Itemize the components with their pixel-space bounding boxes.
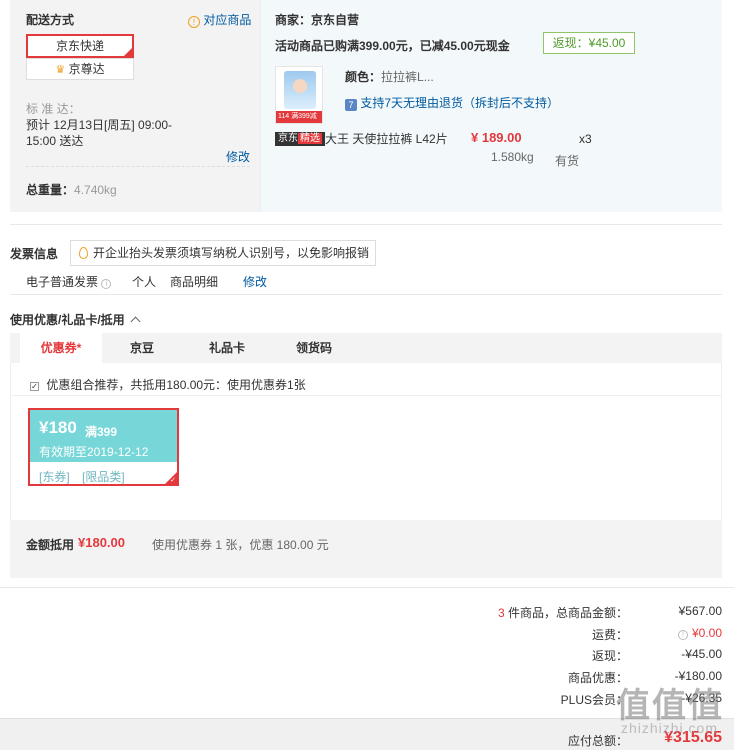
tab-coupons-label: 优惠券: [40, 341, 77, 355]
checkbox-checked-icon[interactable]: ✓: [30, 382, 39, 391]
total-weight-value: 4.740kg: [74, 183, 117, 197]
shipping-title: 配送方式: [26, 13, 75, 27]
chevron-up-icon: [130, 316, 141, 327]
selected-check-icon: ✓: [170, 477, 176, 484]
item-count-row: 3 件商品，总商品金额：: [498, 604, 628, 621]
express-option-button[interactable]: 京东快递: [26, 34, 134, 58]
deduct-bar: 金额抵用 ¥180.00 使用优惠券 1 张，优惠 180.00 元: [10, 520, 722, 578]
rebate-badge: 返现：¥45.00: [543, 32, 635, 54]
product-price: ¥ 189.00: [471, 130, 522, 145]
product-name[interactable]: 大王 天使拉拉裤 L42片: [325, 130, 448, 147]
tab-jd-beans[interactable]: 京豆: [110, 333, 174, 363]
product-qty: x3: [579, 132, 592, 146]
total-weight: 总重量：4.740kg: [26, 181, 117, 198]
coupon-amount: ¥180: [39, 418, 77, 437]
color-spec: 颜色：拉拉裤L...: [345, 68, 434, 85]
shipping-divider: [26, 166, 250, 167]
shipping-fee-value: ¥0.00: [691, 626, 722, 640]
match-items-link[interactable]: ! 对应商品: [188, 11, 251, 28]
deduct-value: ¥180.00: [78, 535, 125, 550]
recommend-row[interactable]: ✓ 优惠组合推荐，共抵用180.00元：使用优惠券1张: [30, 376, 306, 393]
coupon-tag-category: [限品类]: [82, 470, 125, 484]
jd-select-tag: 京东 精选: [275, 130, 325, 146]
zunda-option-label: 京尊达: [68, 62, 105, 76]
deduct-label: 金额抵用: [26, 538, 75, 552]
product-weight: 1.580kg: [491, 150, 534, 164]
coupon-section-title: 使用优惠/礼品卡/抵用: [10, 313, 125, 327]
coupon-tabs: 优惠券* 京豆 礼品卡 领货码: [10, 333, 722, 363]
color-value: 拉拉裤L...: [381, 70, 434, 84]
delivery-time-line1: 预计 12月13日[周五] 09:00-: [26, 118, 173, 132]
return-policy[interactable]: 7 支持7天无理由退货（拆封后不支持）: [345, 94, 559, 111]
crown-icon: ♛: [55, 64, 66, 76]
stock-status: 有货: [555, 154, 580, 168]
rebate-label: 返现：: [591, 649, 628, 663]
tab-coupons[interactable]: 优惠券*: [20, 333, 102, 363]
recommend-text: 优惠组合推荐，共抵用180.00元：使用优惠券1张: [46, 378, 306, 392]
coupon-expiry: 有效期至2019-12-12: [39, 445, 149, 459]
invoice-title: 发票信息: [10, 247, 59, 261]
zunda-option-button[interactable]: ♛ 京尊达: [26, 58, 134, 80]
total-amount: ¥567.00: [678, 604, 722, 618]
section-divider: [10, 294, 722, 295]
info-icon[interactable]: !: [677, 630, 688, 640]
shipping-fee-row: ! ¥0.00: [677, 626, 722, 640]
watermark-url: zhizhizhi.com: [620, 720, 718, 736]
coupon-tag-jd: [东券]: [39, 470, 70, 484]
invoice-personal: 个人: [132, 275, 157, 289]
invoice-detail: 商品明细: [170, 275, 219, 289]
item-count-label: 件商品，总商品金额：: [507, 606, 628, 620]
match-items-label: 对应商品: [203, 13, 252, 27]
std-delivery-label: 标 准 达：: [26, 102, 81, 116]
tab-gift-card[interactable]: 礼品卡: [192, 333, 262, 363]
coupon-divider: [10, 395, 722, 396]
coupon-card-header: ¥180 满399 有效期至2019-12-12: [30, 410, 177, 462]
baby-image: [293, 79, 307, 93]
deduct-desc: 使用优惠券 1 张，优惠 180.00 元: [152, 538, 329, 552]
location-pin-icon: [79, 247, 88, 259]
merchant-panel: 商家：京东自营 活动商品已购满399.00元，已减45.00元现金 返现：¥45…: [260, 0, 722, 212]
total-weight-label: 总重量：: [26, 183, 75, 197]
coupon-threshold: 满399: [85, 425, 118, 439]
summary-divider: [0, 587, 734, 588]
edit-delivery-link[interactable]: 修改: [226, 148, 250, 165]
invoice-hint: 开企业抬头发票须填写纳税人识别号，以免影响报销: [70, 240, 376, 266]
item-count: 3: [497, 606, 505, 620]
coupon-card[interactable]: ¥180 满399 有效期至2019-12-12 [东券] [限品类] ✓: [28, 408, 179, 486]
delivery-time-line2: 15:00 送达: [26, 134, 84, 148]
rebate-value: -¥45.00: [681, 647, 722, 661]
invoice-type-label: 电子普通发票: [26, 275, 99, 289]
return-icon: 7: [345, 99, 357, 111]
promo-text: 活动商品已购满399.00元，已减45.00元现金: [275, 39, 510, 53]
thumb-promo-strip: 114 满399减45: [276, 111, 322, 123]
express-option-label: 京东快递: [55, 39, 104, 53]
payable-label: 应付总额：: [567, 734, 628, 748]
coupon-section-toggle[interactable]: 使用优惠/礼品卡/抵用: [10, 311, 141, 328]
info-icon: !: [188, 16, 200, 28]
merchant-label: 商家：京东自营: [275, 13, 360, 27]
edit-invoice-link[interactable]: 修改: [243, 273, 267, 290]
help-icon[interactable]: i: [101, 279, 112, 289]
tab-redeem-code[interactable]: 领货码: [276, 333, 352, 363]
return-policy-label: 支持7天无理由退货（拆封后不支持）: [360, 96, 560, 110]
product-thumbnail[interactable]: 114 满399减45: [275, 66, 323, 124]
invoice-type: 电子普通发票 i: [26, 273, 112, 290]
shipping-fee-label: 运费：: [591, 628, 628, 642]
color-label: 颜色：: [345, 70, 382, 84]
invoice-hint-text: 开企业抬头发票须填写纳税人识别号，以免影响报销: [93, 246, 370, 260]
section-divider: [10, 224, 722, 225]
